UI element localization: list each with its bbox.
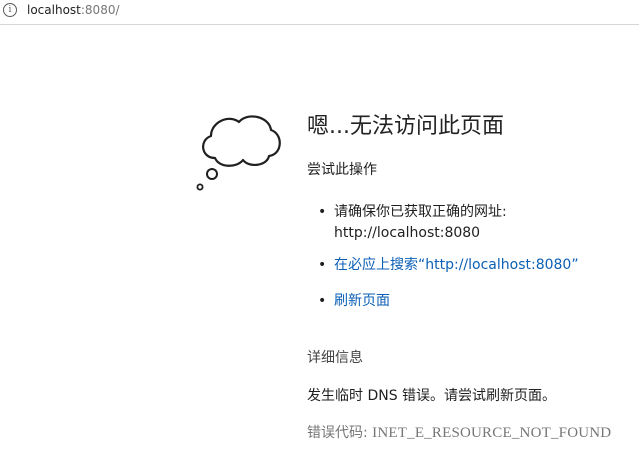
list-item-search-bing: 在必应上搜索“http://localhost:8080”	[307, 255, 579, 276]
refresh-page-link[interactable]: 刷新页面	[334, 293, 390, 309]
list-item-check-url: 请确保你已获取正确的网址: http://localhost:8080	[307, 202, 579, 244]
check-url-address: http://localhost:8080	[334, 225, 481, 241]
page-title: 嗯...无法访问此页面	[307, 114, 504, 139]
info-icon[interactable]: i	[3, 3, 17, 17]
suggestions-heading: 尝试此操作	[307, 162, 377, 178]
error-code-label: 错误代码:	[307, 425, 373, 441]
address-url[interactable]: localhost:8080/	[27, 3, 120, 17]
cloud-icon	[196, 115, 281, 191]
list-item-refresh: 刷新页面	[307, 291, 579, 312]
url-port-path: :8080/	[80, 3, 120, 17]
details-heading: 详细信息	[307, 350, 363, 366]
suggestions-list: 请确保你已获取正确的网址: http://localhost:8080 在必应上…	[307, 202, 579, 312]
url-host: localhost	[27, 3, 81, 17]
search-bing-link[interactable]: 在必应上搜索“http://localhost:8080”	[334, 257, 579, 273]
address-bar[interactable]: i localhost:8080/	[0, 0, 639, 25]
dns-error-message: 发生临时 DNS 错误。请尝试刷新页面。	[307, 388, 557, 404]
check-url-text: 请确保你已获取正确的网址:	[334, 204, 507, 220]
error-code-line: 错误代码: INET_E_RESOURCE_NOT_FOUND	[307, 423, 611, 443]
error-code-value: INET_E_RESOURCE_NOT_FOUND	[372, 425, 612, 441]
